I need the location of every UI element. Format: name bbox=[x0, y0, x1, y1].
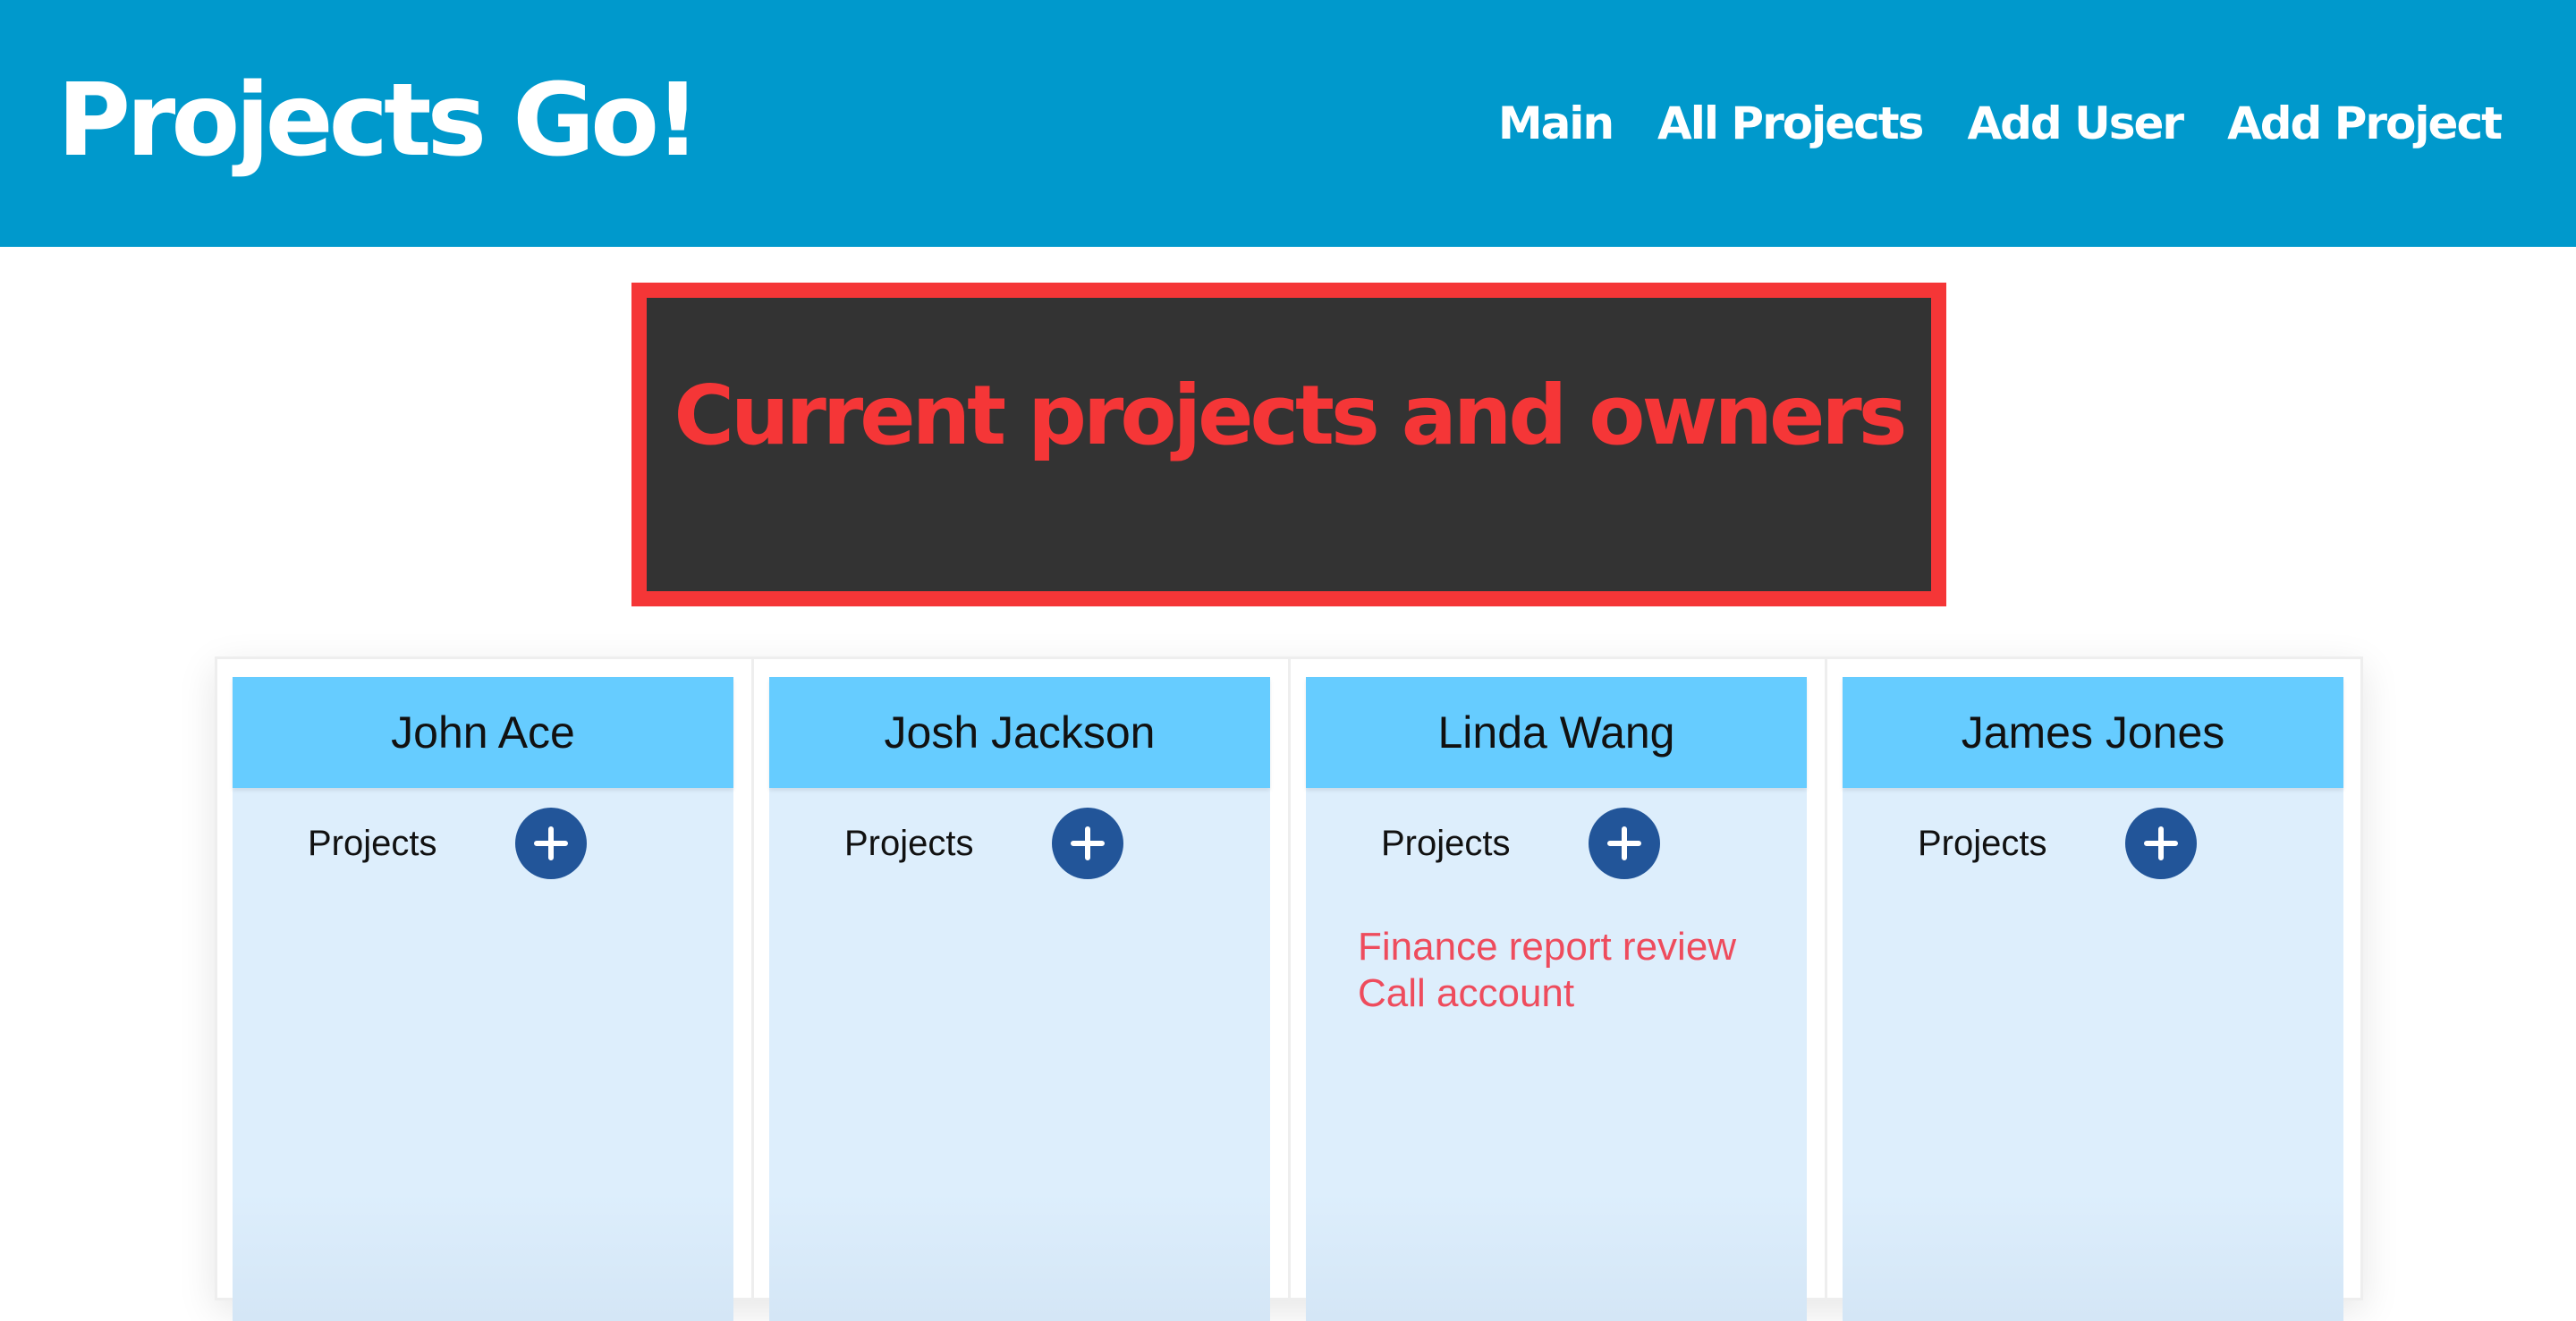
plus-icon bbox=[1607, 826, 1641, 860]
card-divider bbox=[751, 659, 754, 1303]
plus-icon bbox=[1071, 826, 1105, 860]
nav-main[interactable]: Main bbox=[1498, 97, 1614, 149]
nav-all-projects[interactable]: All Projects bbox=[1657, 97, 1924, 149]
add-project-button[interactable] bbox=[2125, 808, 2197, 879]
owner-card: Josh Jackson Projects bbox=[769, 677, 1270, 1321]
nav-add-project[interactable]: Add Project bbox=[2227, 97, 2503, 149]
projects-row: Projects bbox=[1306, 808, 1807, 879]
nav-add-user[interactable]: Add User bbox=[1967, 97, 2184, 149]
card-divider bbox=[1825, 659, 1827, 1303]
projects-label: Projects bbox=[844, 824, 974, 863]
main-nav: Main All Projects Add User Add Project bbox=[1498, 88, 2503, 159]
projects-row: Projects bbox=[233, 808, 733, 879]
owner-name: John Ace bbox=[233, 677, 733, 788]
card-divider bbox=[1288, 659, 1291, 1303]
projects-row: Projects bbox=[769, 808, 1270, 879]
projects-label: Projects bbox=[308, 824, 437, 863]
logo[interactable]: Projects Go! bbox=[57, 54, 700, 188]
projects-row: Projects bbox=[1843, 808, 2343, 879]
project-item[interactable]: Finance report review bbox=[1358, 924, 1736, 970]
owner-name: James Jones bbox=[1843, 677, 2343, 788]
add-project-button[interactable] bbox=[1052, 808, 1123, 879]
owner-card: John Ace Projects bbox=[233, 677, 733, 1321]
page-banner: Current projects and owners bbox=[631, 283, 1946, 606]
add-project-button[interactable] bbox=[515, 808, 587, 879]
plus-icon bbox=[2144, 826, 2178, 860]
owner-name: Josh Jackson bbox=[769, 677, 1270, 788]
owners-board: John Ace Projects Josh Jackson Projects … bbox=[215, 656, 2363, 1321]
owner-card: James Jones Projects bbox=[1843, 677, 2343, 1321]
page-title: Current projects and owners bbox=[674, 367, 1907, 463]
project-item[interactable]: Call account bbox=[1358, 970, 1736, 1017]
plus-icon bbox=[534, 826, 568, 860]
top-header: Projects Go! Main All Projects Add User … bbox=[0, 0, 2576, 247]
owner-name: Linda Wang bbox=[1306, 677, 1807, 788]
projects-label: Projects bbox=[1381, 824, 1511, 863]
add-project-button[interactable] bbox=[1589, 808, 1660, 879]
owner-card: Linda Wang Projects Finance report revie… bbox=[1306, 677, 1807, 1321]
projects-label: Projects bbox=[1918, 824, 2047, 863]
project-list: Finance report review Call account bbox=[1358, 924, 1736, 1017]
